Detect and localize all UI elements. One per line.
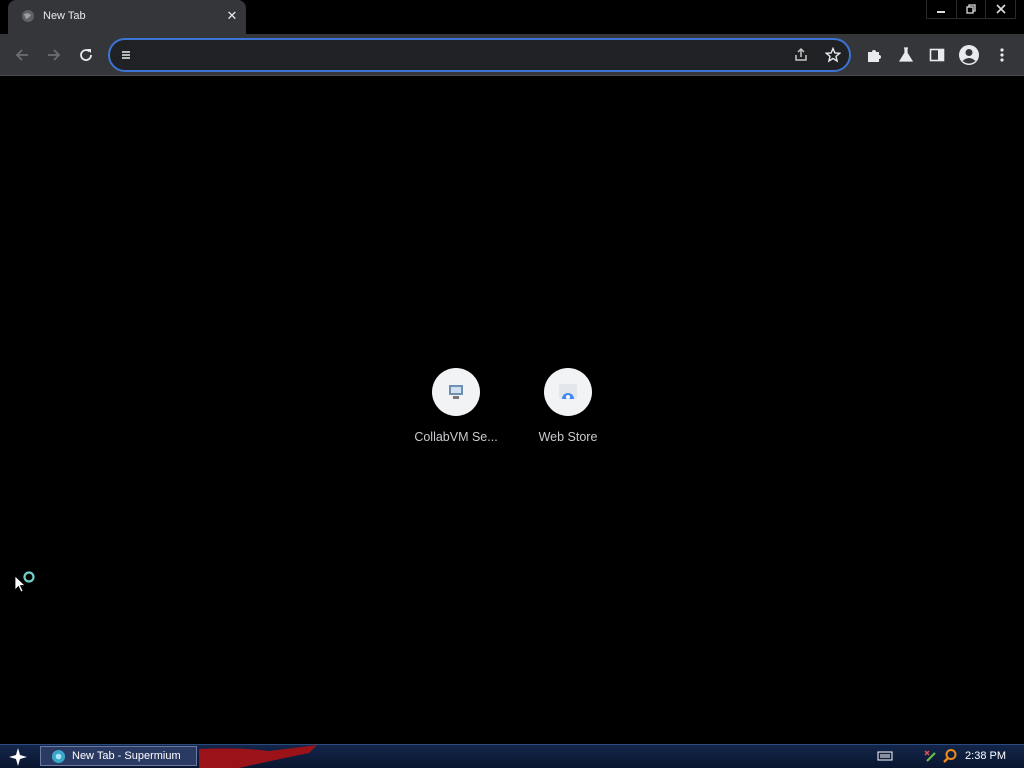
shortcut-collabvm[interactable]: CollabVM Se... (400, 364, 512, 460)
close-icon (996, 4, 1006, 14)
menu-button[interactable] (990, 43, 1014, 67)
address-bar[interactable] (108, 38, 851, 72)
keyboard-icon[interactable] (877, 748, 893, 764)
taskbar-decoration (199, 745, 317, 768)
tab-close-icon[interactable]: ✕ (224, 8, 240, 24)
taskbar-item-label: New Tab - Supermium (72, 750, 181, 762)
side-panel-icon (929, 48, 945, 62)
taskbar-item-browser[interactable]: New Tab - Supermium (40, 746, 197, 766)
new-tab-page: CollabVM Se... Web Store (0, 77, 1024, 744)
clock: 2:38 PM (965, 750, 1006, 762)
start-button[interactable] (4, 745, 32, 768)
share-icon[interactable] (791, 45, 811, 65)
restore-icon (966, 4, 976, 14)
shortcut-label: CollabVM Se... (414, 430, 498, 444)
menu-icon (1000, 48, 1004, 62)
network-icon[interactable] (922, 748, 938, 764)
shortcut-label: Web Store (538, 430, 598, 444)
back-icon (15, 49, 28, 61)
back-button[interactable] (10, 43, 34, 67)
extensions-button[interactable] (862, 43, 886, 67)
reload-icon (80, 49, 92, 61)
tab-new-tab[interactable]: New Tab ✕ (8, 0, 246, 34)
labs-button[interactable] (894, 43, 918, 67)
title-bar: New Tab ✕ (0, 0, 1024, 34)
minimize-button[interactable] (927, 0, 956, 18)
forward-button[interactable] (42, 43, 66, 67)
minimize-icon (937, 11, 946, 13)
extensions-icon (868, 50, 881, 62)
profile-icon (959, 45, 979, 65)
forward-icon (48, 49, 61, 61)
labs-icon (898, 47, 914, 62)
bookmark-star-icon[interactable] (823, 45, 843, 65)
browser-toolbar (0, 34, 1024, 76)
restore-button[interactable] (955, 0, 986, 18)
taskbar: New Tab - Supermium 2:38 PM (0, 744, 1024, 768)
collabvm-icon (432, 368, 480, 416)
browser-app-icon (51, 749, 66, 763)
address-input[interactable] (144, 46, 788, 66)
profile-button[interactable] (957, 43, 981, 67)
shortcut-web-store[interactable]: Web Store (512, 364, 624, 460)
globe-icon (22, 10, 34, 22)
reload-button[interactable] (74, 43, 98, 67)
search-icon[interactable] (942, 748, 958, 764)
window-controls (926, 0, 1016, 19)
start-star-icon (9, 747, 27, 766)
close-button[interactable] (985, 0, 1015, 18)
web-store-icon (544, 368, 592, 416)
tab-title: New Tab (43, 10, 86, 22)
site-info-icon[interactable] (116, 45, 136, 65)
busy-cursor-icon (14, 571, 35, 593)
side-panel-button[interactable] (925, 43, 949, 67)
